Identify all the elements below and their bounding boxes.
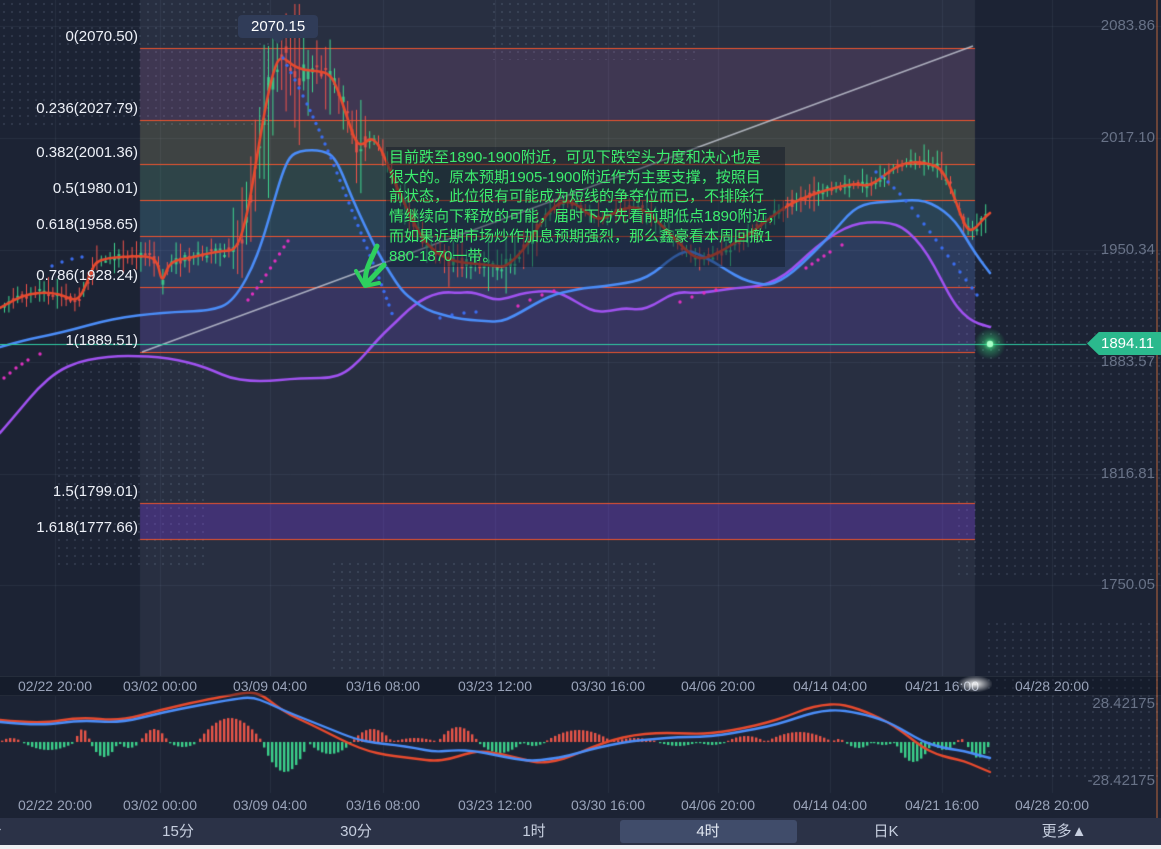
timeframe-tab-1时[interactable]: 1时 (522, 818, 545, 845)
time-axis-label: 03/30 16:00 (571, 678, 645, 694)
hand-drawn-arrow-icon (0, 0, 1161, 676)
current-price-badge: 1894.11 (1087, 332, 1161, 355)
time-axis-label: 04/14 04:00 (793, 678, 867, 694)
current-price-value: 1894.11 (1101, 335, 1154, 352)
time-axis-label: 03/09 04:00 (233, 678, 307, 694)
macd-scale-max: 28.42175 (1092, 695, 1155, 712)
timeframe-tab-分[interactable]: 分 (0, 818, 2, 845)
macd-time-axis-label: 03/09 04:00 (233, 797, 307, 813)
timeframe-tab-多[interactable]: 更多▲ (1042, 818, 1087, 845)
bottom-edge-strip (0, 845, 1161, 849)
timeframe-tab-日K[interactable]: 日K (873, 818, 898, 845)
macd-time-axis-label: 04/28 20:00 (1015, 797, 1089, 813)
time-axis-label: 04/28 20:00 (1015, 678, 1089, 694)
macd-time-axis-label: 04/06 20:00 (681, 797, 755, 813)
macd-time-axis-label: 03/02 00:00 (123, 797, 197, 813)
macd-time-axis-label: 04/14 04:00 (793, 797, 867, 813)
macd-time-axis-label: 02/22 20:00 (18, 797, 92, 813)
timeframe-tab-30分[interactable]: 30分 (340, 818, 372, 845)
timeframe-tab-15分[interactable]: 15分 (162, 818, 194, 845)
time-axis-label: 04/06 20:00 (681, 678, 755, 694)
timeframe-tab-4时[interactable]: 4时 (696, 818, 719, 845)
macd-scale-min: -28.42175 (1087, 772, 1155, 789)
macd-time-axis-label: 03/16 08:00 (346, 797, 420, 813)
timeframe-tabbar: 分 15分 30分 1时 4时 日K 更多▲ (0, 818, 1161, 845)
time-axis-label: 03/23 12:00 (458, 678, 532, 694)
time-axis-label: 02/22 20:00 (18, 678, 92, 694)
macd-time-axis-label: 04/21 16:00 (905, 797, 979, 813)
latest-bar-glow-marker (958, 676, 992, 692)
time-axis-label: 03/02 00:00 (123, 678, 197, 694)
trading-chart-app: 0(2070.50)0.236(2027.79)0.382(2001.36)0.… (0, 0, 1161, 849)
time-axis-label: 03/16 08:00 (346, 678, 420, 694)
right-edge-accent (1156, 0, 1158, 818)
macd-time-axis-label: 03/23 12:00 (458, 797, 532, 813)
macd-time-axis-label: 03/30 16:00 (571, 797, 645, 813)
